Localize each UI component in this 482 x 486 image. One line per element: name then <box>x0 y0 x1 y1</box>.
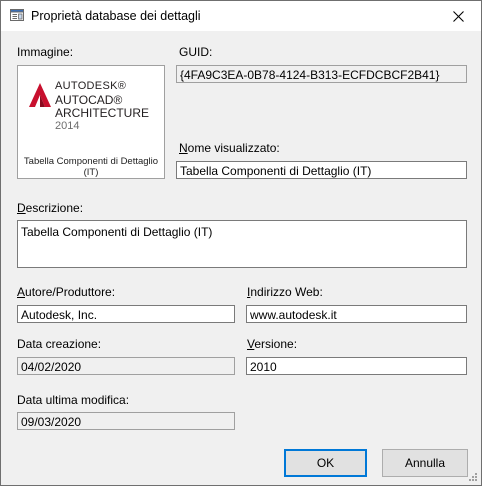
version-field[interactable]: 2010 <box>246 357 467 375</box>
web-address-field[interactable]: www.autodesk.it <box>246 305 467 323</box>
resize-grip-icon[interactable] <box>468 472 478 482</box>
database-properties-icon <box>10 9 24 21</box>
display-name-label: Nome visualizzato: <box>179 141 280 155</box>
logo-text-autodesk: AUTODESK® <box>55 80 127 92</box>
web-address-label: Indirizzo Web: <box>247 285 323 299</box>
guid-field[interactable]: {4FA9C3EA-0B78-4124-B313-ECFDCBCF2B41} <box>176 65 467 83</box>
preview-image: AUTODESK® AUTOCAD® ARCHITECTURE 2014 Tab… <box>17 65 165 179</box>
close-icon <box>452 10 464 22</box>
created-date-label: Data creazione: <box>17 337 102 351</box>
window-title: Proprietà database dei dettagli <box>31 9 201 23</box>
version-label: Versione: <box>247 337 298 351</box>
modified-date-field[interactable]: 09/03/2020 <box>17 412 235 430</box>
close-button[interactable] <box>435 1 481 31</box>
logo-text-autocad: AUTOCAD® <box>55 93 123 107</box>
description-label: Descrizione: <box>17 201 84 215</box>
image-label: Immagine: <box>17 45 74 59</box>
display-name-field[interactable]: Tabella Componenti di Dettaglio (IT) <box>176 161 467 179</box>
modified-date-label: Data ultima modifica: <box>17 393 130 407</box>
description-field[interactable]: Tabella Componenti di Dettaglio (IT) <box>17 220 467 268</box>
logo-text-architecture: ARCHITECTURE <box>55 106 150 120</box>
guid-label: GUID: <box>179 45 213 59</box>
title-bar: Proprietà database dei dettagli <box>1 1 481 31</box>
author-label: Autore/Produttore: <box>17 285 116 299</box>
created-date-field[interactable]: 04/02/2020 <box>17 357 235 375</box>
author-field[interactable]: Autodesk, Inc. <box>17 305 235 323</box>
image-caption: Tabella Componenti di Dettaglio (IT) <box>23 156 159 178</box>
autocad-logo-icon <box>29 83 51 107</box>
cancel-button[interactable]: Annulla <box>382 449 468 477</box>
ok-button[interactable]: OK <box>284 449 367 477</box>
properties-dialog: Proprietà database dei dettagli Immagine… <box>0 0 482 486</box>
logo-text-year: 2014 <box>55 120 80 132</box>
